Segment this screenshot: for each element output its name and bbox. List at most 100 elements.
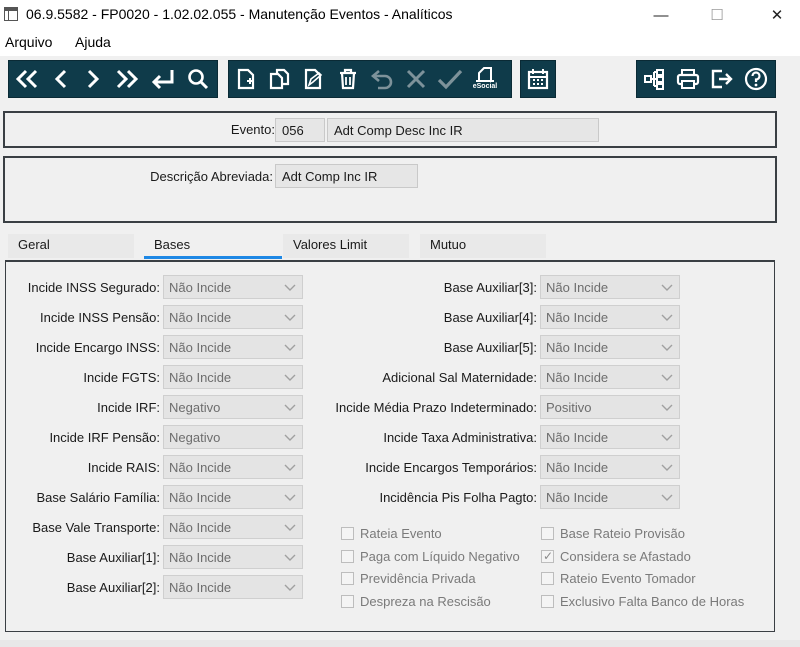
rateia-evento-checkbox[interactable]: Rateia Evento <box>341 526 442 541</box>
incide-irf-pensao-select[interactable]: Negativo <box>163 425 303 449</box>
cancel-button[interactable] <box>399 62 433 96</box>
chevron-down-icon <box>284 584 296 591</box>
prev-icon <box>54 69 67 89</box>
incide-encargos-temporarios-select[interactable]: Não Incide <box>540 455 680 479</box>
undo-button[interactable] <box>365 62 399 96</box>
rateio-evento-tomador-checkbox[interactable]: Rateio Evento Tomador <box>541 571 696 586</box>
exclusivo-falta-banco-de-horas-checkbox[interactable]: Exclusivo Falta Banco de Horas <box>541 594 744 609</box>
maximize-button[interactable]: ☐ <box>694 0 740 30</box>
rateio-evento-tomador-label: Rateio Evento Tomador <box>560 571 696 586</box>
considera-se-afastado-checkbox[interactable]: ✓ Considera se Afastado <box>541 549 691 564</box>
enter-button[interactable] <box>145 62 181 96</box>
checkbox-box[interactable] <box>541 594 554 608</box>
incide-fgts-label: Incide FGTS: <box>83 370 160 385</box>
incide-media-prazo-indeterminado-select[interactable]: Positivo <box>540 395 680 419</box>
considera-se-afastado-label: Considera se Afastado <box>560 548 691 564</box>
base-salario-familia-value: Não Incide <box>169 490 232 505</box>
base-vale-transporte-label: Base Vale Transporte: <box>32 520 160 535</box>
search-button[interactable] <box>181 62 215 96</box>
incide-encargo-inss-select[interactable]: Não Incide <box>163 335 303 359</box>
menu-arquivo[interactable]: Arquivo <box>5 34 52 50</box>
chevron-down-icon <box>661 404 673 411</box>
toolbar-edit-group: eSocial <box>228 60 512 98</box>
evento-name-field[interactable]: Adt Comp Desc Inc IR <box>327 118 599 142</box>
base-auxiliar-1-label: Base Auxiliar[1]: <box>66 550 160 565</box>
chevron-down-icon <box>284 494 296 501</box>
calendar-button[interactable] <box>521 62 555 96</box>
evento-code-field[interactable]: 056 <box>275 118 325 142</box>
menu-ajuda[interactable]: Ajuda <box>75 34 111 50</box>
delete-record-button[interactable] <box>331 62 365 96</box>
previdencia-privada-checkbox[interactable]: Previdência Privada <box>341 571 476 586</box>
base-auxiliar-1-select[interactable]: Não Incide <box>163 545 303 569</box>
incidencia-pis-folha-pagto-select[interactable]: Não Incide <box>540 485 680 509</box>
minimize-button[interactable]: — <box>638 0 684 30</box>
rateia-evento-label: Rateia Evento <box>360 526 442 541</box>
base-auxiliar-3-select[interactable]: Não Incide <box>540 275 680 299</box>
adicional-sal-maternidade-select[interactable]: Não Incide <box>540 365 680 389</box>
tab-geral[interactable]: Geral <box>8 234 134 258</box>
esocial-button[interactable]: eSocial <box>467 62 503 96</box>
base-auxiliar-2-label: Base Auxiliar[2]: <box>66 580 160 595</box>
incide-fgts-select[interactable]: Não Incide <box>163 365 303 389</box>
title-bar: 06.9.5582 - FP0020 - 1.02.02.055 - Manut… <box>0 0 800 30</box>
copy-record-button[interactable] <box>263 62 297 96</box>
checkmark-icon: ✓ <box>543 548 554 563</box>
base-auxiliar-4-select[interactable]: Não Incide <box>540 305 680 329</box>
incide-inss-segurado-select[interactable]: Não Incide <box>163 275 303 299</box>
checkbox-box[interactable] <box>541 527 554 540</box>
incide-inss-pensao-select[interactable]: Não Incide <box>163 305 303 329</box>
incide-taxa-administrativa-value: Não Incide <box>546 430 609 445</box>
incide-rais-select[interactable]: Não Incide <box>163 455 303 479</box>
tab-mutuo[interactable]: Mutuo <box>420 234 546 258</box>
chevron-down-icon <box>661 374 673 381</box>
checkbox-box[interactable] <box>341 527 354 540</box>
confirm-button[interactable] <box>433 62 467 96</box>
base-auxiliar-5-select[interactable]: Não Incide <box>540 335 680 359</box>
descricao-field[interactable]: Adt Comp Inc IR <box>275 164 418 188</box>
undo-icon <box>370 70 393 90</box>
help-button[interactable] <box>739 62 773 96</box>
incide-media-prazo-indeterminado-label: Incide Média Prazo Indeterminado: <box>335 400 537 415</box>
base-salario-familia-select[interactable]: Não Incide <box>163 485 303 509</box>
base-auxiliar-2-select[interactable]: Não Incide <box>163 575 303 599</box>
new-record-button[interactable] <box>229 62 263 96</box>
despreza-na-rescisao-checkbox[interactable]: Despreza na Rescisão <box>341 594 491 609</box>
chevron-down-icon <box>661 344 673 351</box>
chevron-down-icon <box>284 554 296 561</box>
chevron-down-icon <box>284 344 296 351</box>
next-record-button[interactable] <box>77 62 109 96</box>
evento-panel: Evento: 056 Adt Comp Desc Inc IR <box>3 111 777 148</box>
checkbox-box[interactable] <box>341 572 354 585</box>
base-auxiliar-1-value: Não Incide <box>169 550 232 565</box>
last-record-button[interactable] <box>109 62 145 96</box>
edit-record-button[interactable] <box>297 62 331 96</box>
previous-record-button[interactable] <box>45 62 77 96</box>
paga-com-liquido-negativo-label: Paga com Líquido Negativo <box>360 548 520 564</box>
edit-icon <box>304 68 323 90</box>
previdencia-privada-label: Previdência Privada <box>360 571 476 586</box>
first-record-button[interactable] <box>9 62 45 96</box>
base-auxiliar-4-label: Base Auxiliar[4]: <box>443 310 537 325</box>
status-strip <box>0 640 800 647</box>
checkbox-box[interactable] <box>541 572 554 585</box>
print-button[interactable] <box>671 62 705 96</box>
base-rateio-provisao-label: Base Rateio Provisão <box>560 526 686 541</box>
tab-bases[interactable]: Bases <box>144 234 270 258</box>
paga-com-liquido-negativo-checkbox[interactable]: Paga com Líquido Negativo <box>341 549 520 564</box>
incide-encargos-temporarios-value: Não Incide <box>546 460 609 475</box>
incide-irf-select[interactable]: Negativo <box>163 395 303 419</box>
checkbox-box[interactable]: ✓ <box>541 548 554 563</box>
incide-media-prazo-indeterminado-value: Positivo <box>546 400 592 415</box>
close-button[interactable]: ✕ <box>754 0 800 30</box>
exit-button[interactable] <box>705 62 739 96</box>
incide-taxa-administrativa-select[interactable]: Não Incide <box>540 425 680 449</box>
tree-button[interactable] <box>637 62 671 96</box>
checkbox-box[interactable] <box>341 549 354 563</box>
base-vale-transporte-select[interactable]: Não Incide <box>163 515 303 539</box>
incide-inss-segurado-value: Não Incide <box>169 280 232 295</box>
checkbox-box[interactable] <box>341 594 354 608</box>
tab-valores-limit[interactable]: Valores Limit <box>283 234 409 258</box>
tab-bar: Geral Bases Valores Limit Mutuo <box>8 232 788 260</box>
base-rateio-provisao-checkbox[interactable]: Base Rateio Provisão <box>541 526 685 541</box>
